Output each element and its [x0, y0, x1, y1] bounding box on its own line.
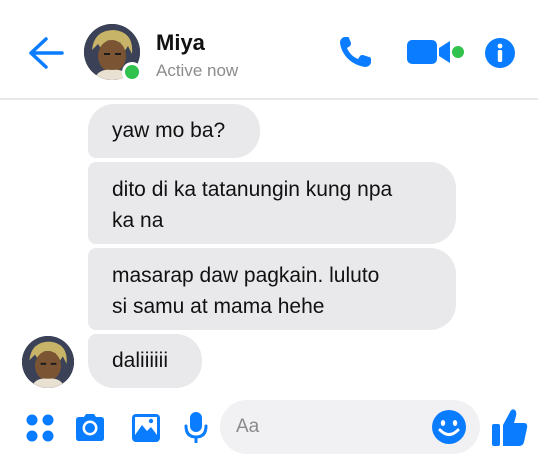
video-online-dot [452, 46, 464, 58]
info-icon[interactable] [484, 37, 516, 69]
phone-icon[interactable] [336, 34, 376, 70]
apps-grid-icon[interactable] [22, 410, 58, 446]
camera-icon[interactable] [72, 410, 108, 446]
sender-avatar[interactable] [22, 336, 74, 388]
contact-avatar[interactable] [84, 24, 142, 82]
message-input[interactable] [236, 412, 426, 442]
contact-name[interactable]: Miya [156, 30, 205, 56]
message-bubble[interactable]: yaw mo ba? [88, 104, 260, 158]
message-bubble[interactable]: masarap daw pagkain. luluto si samu at m… [88, 248, 456, 330]
message-bubble[interactable]: daliiiiii [88, 334, 202, 388]
video-camera-icon[interactable] [406, 38, 452, 66]
active-status: Active now [156, 61, 239, 80]
online-status-dot [122, 62, 142, 82]
microphone-icon[interactable] [182, 410, 218, 446]
back-arrow-icon[interactable] [26, 36, 66, 70]
thumbs-up-icon[interactable] [490, 406, 530, 448]
image-icon[interactable] [128, 410, 164, 446]
message-bubble[interactable]: dito di ka tatanungin kung npa ka na [88, 162, 456, 244]
conversation-header: Miya Active now [0, 0, 538, 100]
emoji-icon[interactable] [430, 408, 468, 446]
